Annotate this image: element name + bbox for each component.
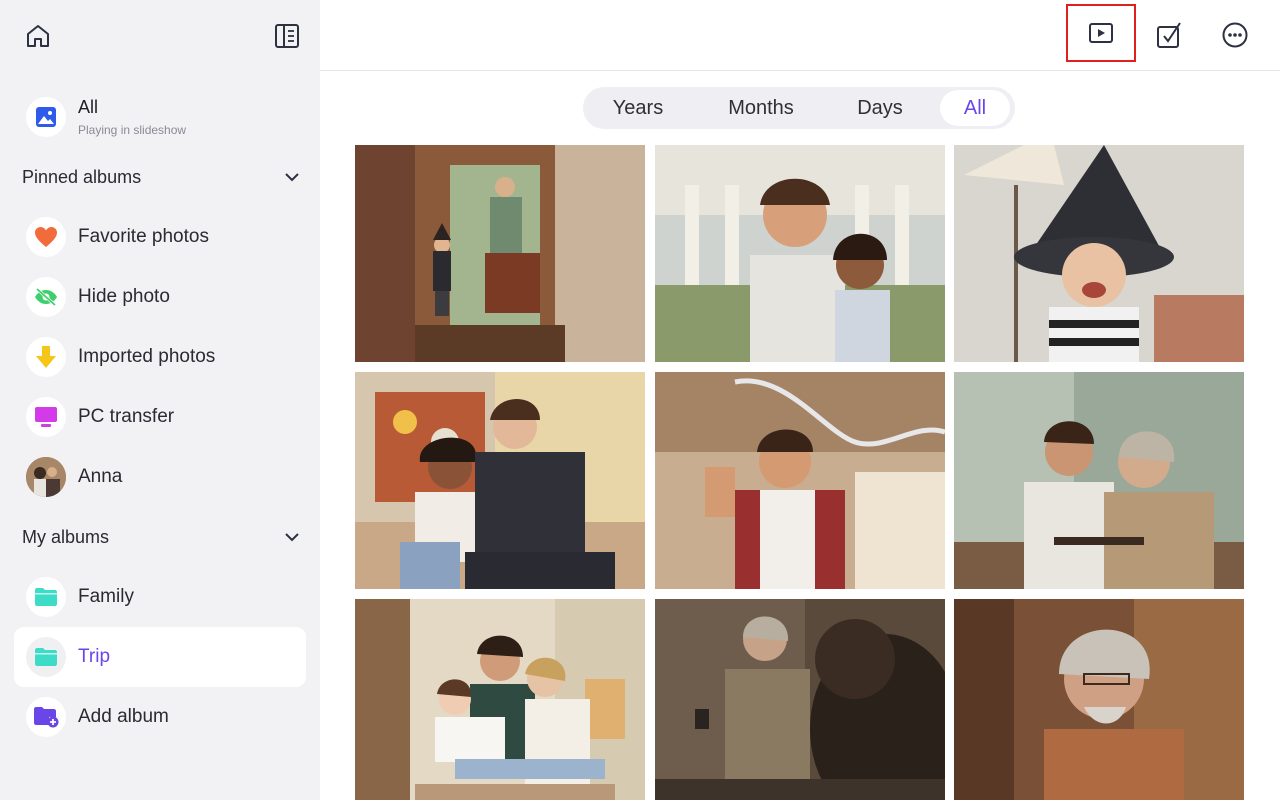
folder-add-icon: [34, 707, 59, 728]
sidebar-item-favorite-photos[interactable]: Favorite photos: [14, 207, 306, 267]
photo-thumbnail[interactable]: [355, 599, 645, 800]
home-icon: [27, 25, 49, 47]
photo-thumbnail[interactable]: [954, 372, 1244, 589]
tab-years[interactable]: Years: [588, 90, 688, 126]
heart-icon: [35, 227, 57, 247]
sidebar-item-all[interactable]: All Playing in slideshow: [14, 88, 306, 146]
sidebar-item-label: Imported photos: [78, 346, 216, 367]
home-button[interactable]: [22, 20, 54, 52]
tab-all[interactable]: All: [940, 90, 1010, 126]
select-check-icon: [1157, 22, 1181, 48]
toggle-sidebar-button[interactable]: [271, 20, 303, 52]
folder-icon: [35, 588, 57, 606]
photo-thumbnail[interactable]: [954, 145, 1244, 362]
select-button[interactable]: [1134, 6, 1204, 64]
pinned-albums-heading: Pinned albums: [22, 166, 142, 187]
sidebar-item-family[interactable]: Family: [14, 567, 306, 627]
sidebar-item-all-title: All: [78, 97, 99, 117]
folder-icon: [35, 648, 57, 666]
add-album-button[interactable]: Add album: [14, 687, 306, 747]
view-mode-tabs: Years Months Days All: [583, 87, 1015, 129]
more-icon: [1222, 22, 1248, 48]
slideshow-status-text: Playing in slideshow: [78, 123, 187, 137]
avatar: [26, 457, 66, 497]
photo-thumbnail[interactable]: [655, 145, 945, 362]
sidebar: All Playing in slideshow Pinned albums F…: [0, 0, 320, 800]
sidebar-item-imported-photos[interactable]: Imported photos: [14, 327, 306, 387]
photo-thumbnail[interactable]: [355, 145, 645, 362]
top-toolbar: [320, 0, 1280, 71]
photo-thumbnail[interactable]: [355, 372, 645, 589]
sidebar-item-label: Family: [78, 586, 134, 607]
sidebar-item-pc-transfer[interactable]: PC transfer: [14, 387, 306, 447]
sidebar-item-anna[interactable]: Anna: [14, 447, 306, 507]
play-slideshow-icon: [1089, 23, 1113, 43]
sidebar-item-label: Trip: [78, 646, 111, 667]
all-photos-badge: [26, 97, 66, 137]
my-albums-section-header[interactable]: My albums: [0, 517, 320, 557]
sidebar-header: [0, 0, 320, 72]
sidebar-item-label: PC transfer: [78, 406, 175, 427]
play-slideshow-button[interactable]: [1066, 4, 1136, 62]
my-albums-heading: My albums: [22, 526, 110, 547]
tab-days[interactable]: Days: [833, 90, 927, 126]
sidebar-item-hide-photo[interactable]: Hide photo: [14, 267, 306, 327]
chevron-down-icon: [280, 525, 304, 549]
sidebar-item-label: Anna: [78, 466, 123, 487]
image-icon: [36, 107, 56, 127]
sidebar-item-label: Hide photo: [78, 286, 170, 307]
chevron-down-icon: [280, 165, 304, 189]
tab-months[interactable]: Months: [701, 90, 821, 126]
sidebar-item-label: Favorite photos: [78, 226, 209, 247]
eye-off-icon: [35, 287, 57, 307]
more-options-button[interactable]: [1200, 6, 1270, 64]
photo-thumbnail[interactable]: [655, 372, 945, 589]
sidebar-panel-icon: [275, 24, 299, 48]
photo-thumbnail[interactable]: [655, 599, 945, 800]
download-arrow-icon: [36, 346, 56, 368]
sidebar-item-trip[interactable]: Trip: [14, 627, 306, 687]
pinned-albums-section-header[interactable]: Pinned albums: [0, 157, 320, 197]
photo-thumbnail[interactable]: [954, 599, 1244, 800]
sidebar-item-label: Add album: [78, 706, 169, 727]
monitor-icon: [35, 407, 57, 427]
